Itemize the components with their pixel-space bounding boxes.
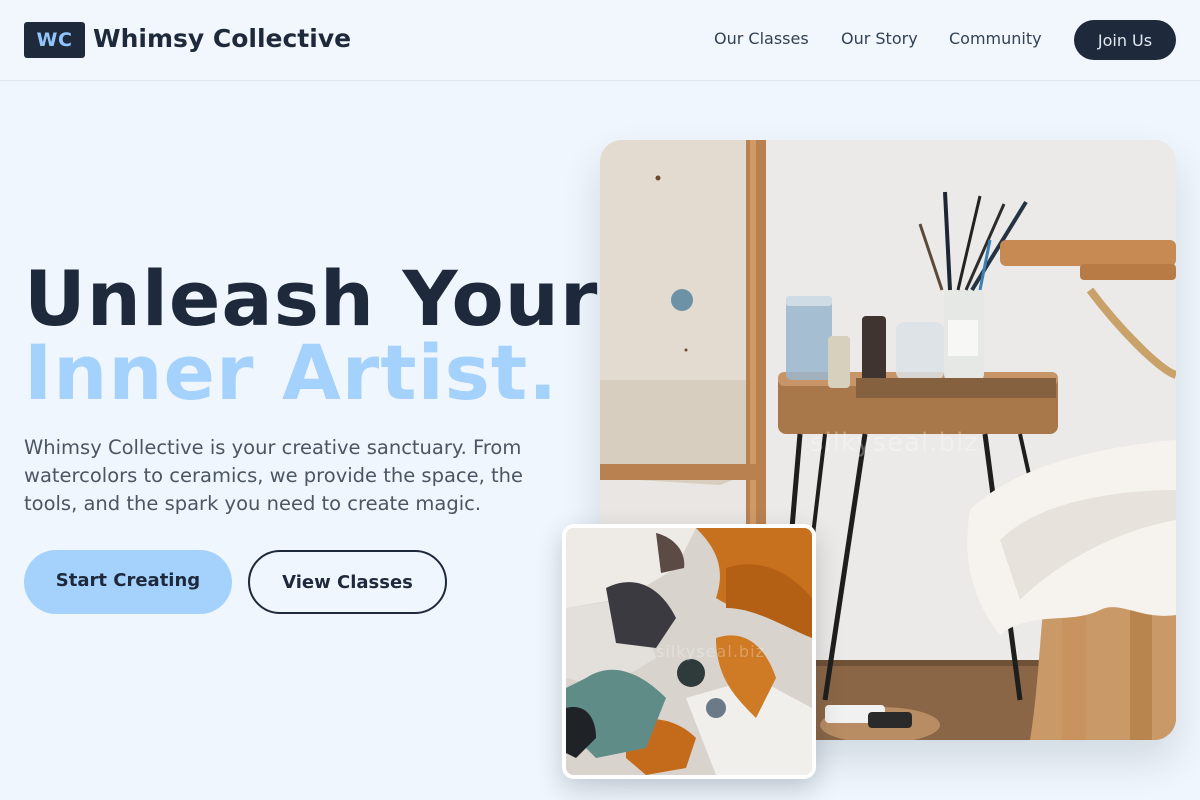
paint-palette-photo: silkyseal.biz xyxy=(562,524,816,779)
accent-photo-watermark: silkyseal.biz xyxy=(656,642,765,661)
brand-name[interactable]: Whimsy Collective xyxy=(93,23,351,55)
main-photo-watermark: silkyseal.biz xyxy=(810,428,979,458)
logo-badge[interactable]: WC xyxy=(24,22,85,58)
hero-title-line-2: Inner Artist. xyxy=(24,328,559,417)
nav-link-our-classes[interactable]: Our Classes xyxy=(714,29,809,49)
hero-description: Whimsy Collective is your creative sanct… xyxy=(24,436,524,515)
nav-link-community[interactable]: Community xyxy=(949,29,1042,49)
site-header: WC Whimsy Collective Our Classes Our Sto… xyxy=(0,0,1200,81)
hero-title: Unleash Your Inner Artist. xyxy=(24,254,599,417)
hero-title-line-1: Unleash Your xyxy=(24,254,599,343)
join-us-button[interactable]: Join Us xyxy=(1074,20,1176,60)
view-classes-button[interactable]: View Classes xyxy=(248,550,447,614)
nav-link-our-story[interactable]: Our Story xyxy=(841,29,918,49)
start-creating-button[interactable]: Start Creating xyxy=(24,550,232,614)
